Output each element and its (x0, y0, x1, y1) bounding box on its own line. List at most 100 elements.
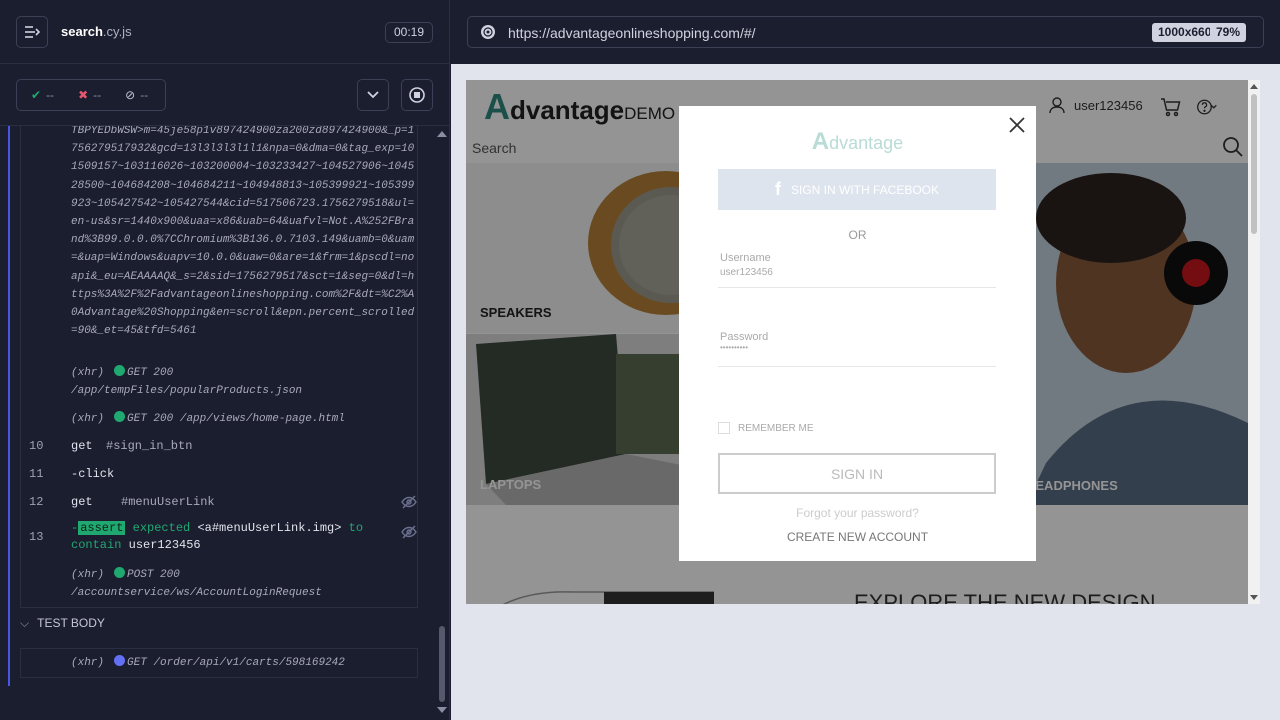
scroll-down-icon[interactable] (436, 706, 448, 714)
assert-contain: contain (71, 538, 122, 552)
command-number: 12 (29, 495, 44, 509)
command-name: get (71, 495, 93, 509)
status-dot-icon (114, 365, 126, 376)
aut-header: https://advantageonlineshopping.com/#/ 1… (451, 0, 1280, 64)
xhr-label: (xhr) (71, 413, 105, 425)
spec-file-base: search (61, 24, 103, 39)
xhr-method: GET 200 (127, 367, 174, 379)
assert-expected: expected (132, 521, 191, 535)
remember-me[interactable]: REMEMBER ME (718, 422, 814, 434)
xhr-method: GET 200 (127, 413, 174, 425)
sign-in-button[interactable]: SIGN IN (718, 453, 996, 494)
xhr-path: /accountservice/ws/AccountLoginRequest (71, 587, 322, 599)
create-account-link[interactable]: CREATE NEW ACCOUNT (679, 530, 1036, 544)
password-field[interactable]: Password •••••••••• (718, 331, 996, 367)
skip-icon: ⊘ (125, 88, 136, 102)
xhr-path: /order/api/v1/carts/598169242 (153, 657, 345, 669)
aut-scrollbar[interactable] (1248, 80, 1260, 604)
viewport-badge[interactable]: 1000x660 (1152, 23, 1218, 42)
xhr-label: (xhr) (71, 367, 105, 379)
eye-slash-icon[interactable] (401, 494, 417, 510)
modal-logo-letter: A (811, 128, 830, 155)
zoom-badge: 79% (1210, 23, 1247, 42)
facebook-icon: f (774, 179, 781, 199)
aut-iframe: AdvantageDEMO user123456 Search SPEAKERS… (466, 80, 1260, 604)
xhr-path: /app/views/home-page.html (179, 413, 345, 425)
xhr-entry[interactable]: (xhr) GET 200 /app/tempFiles/popularProdu… (71, 364, 302, 400)
remember-me-label: REMEMBER ME (738, 422, 814, 434)
facebook-button-label: SIGN IN WITH FACEBOOK (790, 182, 939, 197)
expand-button[interactable] (357, 79, 389, 111)
xhr-label: (xhr) (71, 569, 105, 581)
xhr-label: (xhr) (71, 657, 105, 669)
failed-count: -- (93, 88, 102, 102)
eye-slash-icon[interactable] (401, 524, 417, 540)
run-timer: 00:19 (385, 22, 434, 43)
remember-checkbox[interactable] (718, 422, 730, 434)
test-body-header[interactable]: ⌵ TEST BODY (20, 616, 105, 631)
passed-count: -- (46, 88, 55, 102)
command-row[interactable]: 10 get #sign_in_btn (21, 432, 417, 460)
command-number: 10 (29, 439, 44, 453)
username-value: user123456 (720, 267, 773, 278)
scrollbar-thumb[interactable] (439, 626, 445, 702)
check-icon: ✔ (31, 88, 42, 102)
xhr-entry[interactable]: (xhr) POST 200 /accountservice/ws/Account… (71, 566, 322, 602)
url-text: https://advantageonlineshopping.com/#/ (508, 25, 756, 41)
xhr-entry[interactable]: (xhr) GET /order/api/v1/carts/598169242 (20, 648, 418, 678)
login-modal: Advantage f SIGN IN WITH FACEBOOK OR Use… (679, 106, 1036, 561)
scroll-down-icon[interactable] (1248, 593, 1260, 601)
cross-icon: ✖ (78, 88, 89, 102)
assert-row[interactable]: 13 - assert expected <a#menuUserLink.img>… (21, 516, 417, 558)
status-dot-icon (114, 655, 126, 666)
xhr-line: (xhr) GET /order/api/v1/carts/598169242 (71, 654, 345, 672)
password-label: Password (720, 331, 769, 343)
globe-icon (481, 25, 495, 39)
stats-bar: ✔ -- ✖ -- ⊘ -- (0, 64, 450, 126)
command-name: get (71, 439, 93, 453)
chevron-down-icon: ⌵ (20, 616, 30, 630)
xhr-entry[interactable]: (xhr) GET 200 /app/views/home-page.html (71, 410, 345, 428)
or-divider: OR (848, 228, 867, 242)
assert-badge: assert (78, 521, 126, 535)
url-bar[interactable]: https://advantageonlineshopping.com/#/ 1… (467, 16, 1264, 48)
stats-summary: ✔ -- ✖ -- ⊘ -- (16, 79, 166, 111)
specs-list-icon (25, 26, 40, 38)
assert-value: user123456 (128, 538, 201, 552)
command-row[interactable]: 11 -click (21, 460, 417, 488)
status-dot-icon (114, 411, 126, 422)
stop-button[interactable] (401, 79, 433, 111)
assert-subject: <a#menuUserLink.img> (197, 521, 342, 535)
spec-file-name: search.cy.js (61, 24, 132, 39)
scroll-up-icon[interactable] (436, 130, 448, 138)
runner-header: search.cy.js 00:19 (0, 0, 450, 64)
request-url-text: TBPYEDbWSW>m=45je58p1v897424900za200zd89… (71, 126, 415, 338)
command-number: 13 (29, 530, 44, 544)
scrollbar-thumb[interactable] (1251, 94, 1257, 234)
command-name: -click (71, 467, 115, 481)
log-scrollbar[interactable] (436, 126, 448, 720)
command-arg: #sign_in_btn (106, 439, 193, 453)
skipped-stat: ⊘ -- (125, 88, 148, 102)
password-value: •••••••••• (720, 343, 749, 352)
username-field[interactable]: Username user123456 (718, 252, 996, 288)
command-number: 11 (29, 467, 44, 481)
username-label: Username (720, 252, 771, 264)
scroll-up-icon[interactable] (1248, 83, 1260, 91)
assert-to: to (348, 521, 364, 535)
passed-stat: ✔ -- (31, 88, 54, 102)
aut-panel: https://advantageonlineshopping.com/#/ 1… (451, 0, 1280, 720)
test-body-label: TEST BODY (37, 616, 105, 630)
xhr-method: POST 200 (127, 569, 180, 581)
command-log: TBPYEDbWSW>m=45je58p1v897424900za200zd89… (8, 126, 428, 686)
xhr-method: GET (127, 657, 147, 669)
stop-icon (409, 87, 425, 103)
forgot-password-link[interactable]: Forgot your password? (679, 506, 1036, 520)
facebook-signin-button[interactable]: f SIGN IN WITH FACEBOOK (718, 169, 996, 210)
toggle-specs-button[interactable] (16, 16, 48, 48)
command-row[interactable]: 12 get #menuUserLink (21, 488, 417, 516)
skipped-count: -- (140, 88, 149, 102)
modal-logo: Advantage (679, 128, 1036, 156)
command-log-panel: search.cy.js 00:19 ✔ -- ✖ -- ⊘ -- TBPYEDbWS… (0, 0, 450, 720)
spec-file-ext: .cy.js (102, 24, 132, 39)
